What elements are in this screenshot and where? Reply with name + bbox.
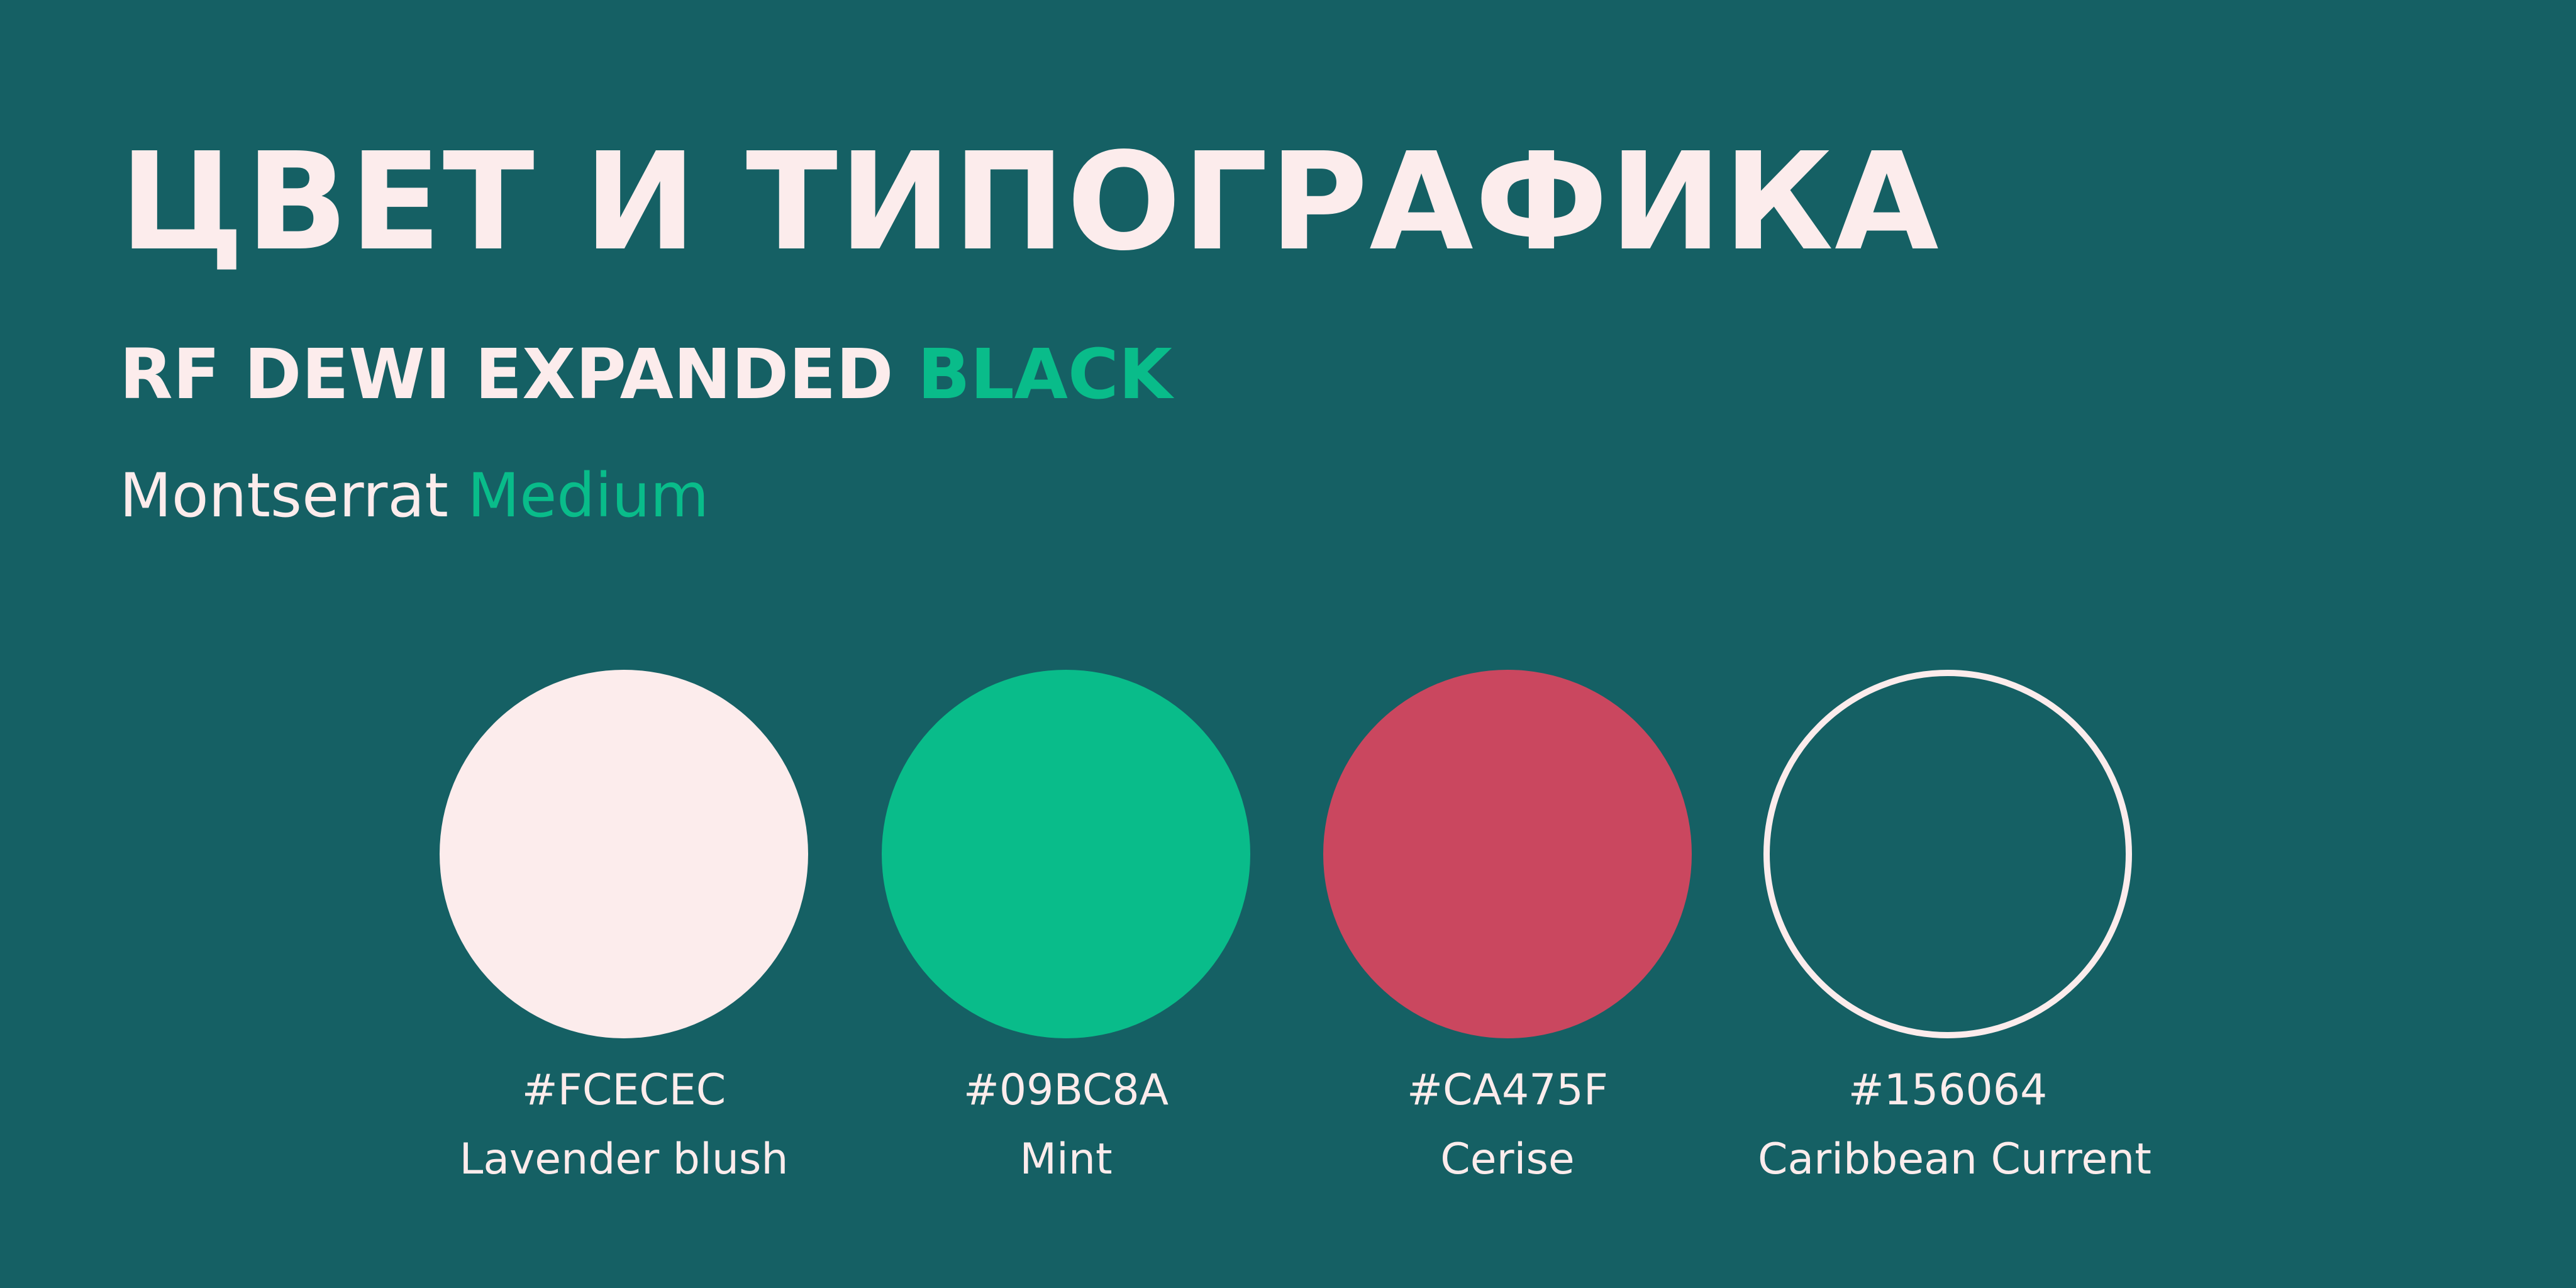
color-name: Lavender blush	[459, 1135, 789, 1184]
color-swatch-lavender-blush: #FCECEC Lavender blush	[434, 670, 811, 1211]
color-circle-caribbean-current	[1763, 670, 2132, 1038]
color-swatch-mint: #09BC8A Mint	[876, 670, 1253, 1211]
color-hex: #09BC8A	[963, 1065, 1169, 1115]
color-circle-lavender-blush	[440, 670, 808, 1038]
text-font-family: Montserrat	[119, 460, 448, 531]
color-swatch-caribbean-current: #156064 Caribbean Current	[1758, 670, 2151, 1211]
text-font-label: Montserrat Medium	[119, 465, 709, 526]
display-font-family: RF DEWI EXPANDED	[119, 334, 894, 414]
color-hex: #CA475F	[1407, 1065, 1608, 1115]
color-hex: #FCECEC	[521, 1065, 726, 1115]
page-title: ЦВЕТ И ТИПОГРАФИКА	[119, 124, 1940, 280]
color-name: Caribbean Current	[1758, 1135, 2151, 1184]
color-swatch-cerise: #CA475F Cerise	[1318, 670, 1695, 1211]
color-hex: #156064	[1848, 1065, 2048, 1115]
color-name: Mint	[1019, 1135, 1113, 1184]
text-font-weight: Medium	[467, 460, 709, 531]
display-font-label: RF DEWI EXPANDED BLACK	[119, 340, 1172, 409]
color-circle-mint	[882, 670, 1250, 1038]
display-font-weight: BLACK	[917, 334, 1172, 414]
color-circle-cerise	[1323, 670, 1692, 1038]
color-name: Cerise	[1440, 1135, 1575, 1184]
